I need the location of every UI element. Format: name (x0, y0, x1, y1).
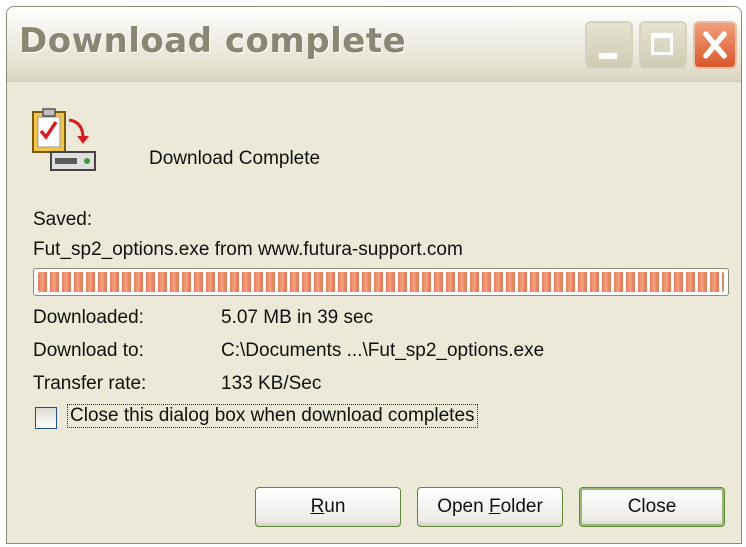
run-button[interactable]: Run (255, 487, 401, 527)
maximize-button[interactable] (639, 21, 687, 69)
close-button[interactable]: Close (579, 487, 725, 527)
download-to-label: Download to: (33, 340, 144, 361)
close-when-complete-label[interactable]: Close this dialog box when download comp… (67, 404, 478, 428)
transfer-rate-label: Transfer rate: (33, 373, 147, 394)
close-window-button[interactable] (693, 21, 737, 69)
run-label-suffix: un (324, 496, 346, 517)
saved-file-source: Fut_sp2_options.exe from www.futura-supp… (33, 239, 463, 260)
download-dialog: Download complete Download Complete Save… (6, 6, 742, 544)
close-icon (703, 31, 727, 59)
downloaded-label: Downloaded: (33, 307, 144, 328)
maximize-icon (651, 33, 673, 55)
run-accelerator: R (310, 496, 325, 517)
window-title: Download complete (19, 21, 407, 61)
open-folder-label-prefix: Open (437, 496, 489, 517)
minimize-button[interactable] (585, 21, 633, 69)
download-progress-bar (33, 268, 729, 296)
transfer-rate-value: 133 KB/Sec (221, 373, 322, 394)
download-status-heading: Download Complete (149, 148, 321, 169)
download-to-value: C:\Documents ...\Fut_sp2_options.exe (221, 340, 545, 361)
download-complete-icon (32, 108, 96, 171)
progress-fill (38, 272, 724, 292)
dialog-body: Download Complete Saved: Fut_sp2_options… (7, 82, 741, 543)
title-bar[interactable]: Download complete (7, 7, 741, 82)
downloaded-value: 5.07 MB in 39 sec (221, 307, 374, 328)
open-folder-label-suffix: older (500, 496, 543, 517)
minimize-icon (599, 53, 617, 59)
saved-label: Saved: (33, 209, 93, 230)
close-when-complete-checkbox[interactable] (35, 407, 57, 429)
open-folder-accelerator: F (488, 496, 501, 517)
open-folder-button[interactable]: Open Folder (417, 487, 563, 527)
